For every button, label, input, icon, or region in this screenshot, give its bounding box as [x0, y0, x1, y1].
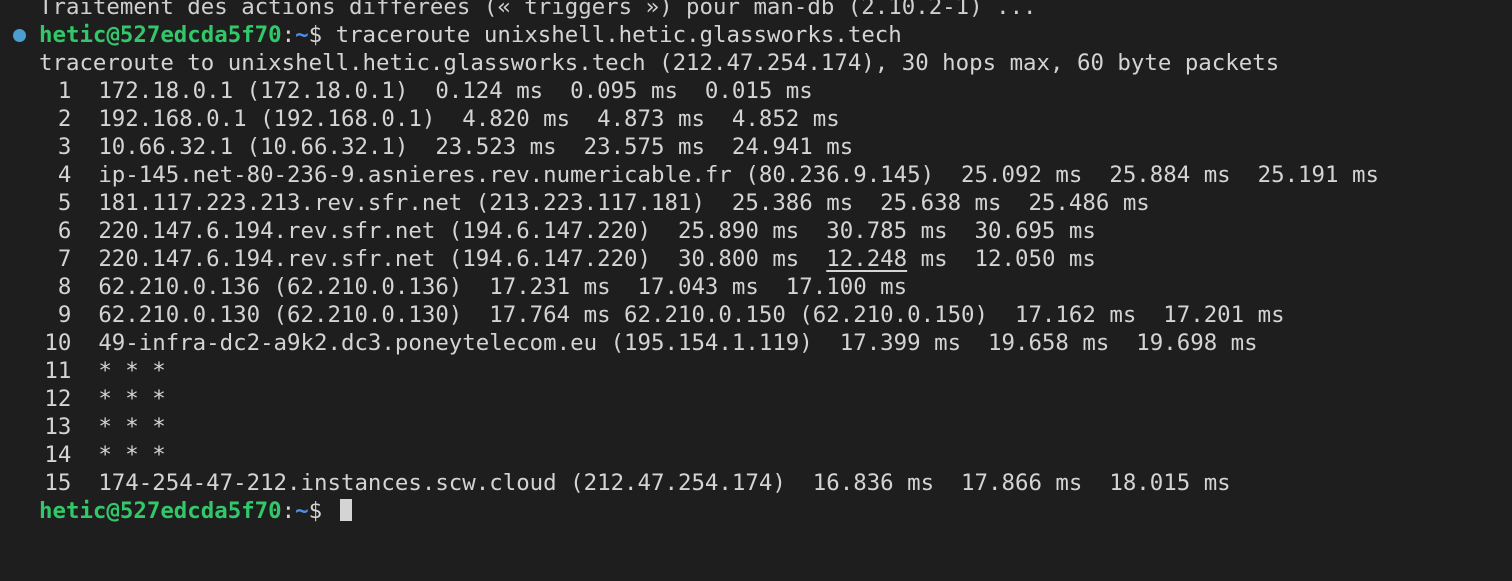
hop-line: 5 181.117.223.213.rev.sfr.net (213.223.1…	[0, 189, 1512, 217]
hop-line: 8 62.210.0.136 (62.210.0.136) 17.231 ms …	[0, 273, 1512, 301]
prompt: hetic@527edcda5f70:~$ traceroute unixshe…	[39, 21, 902, 49]
prompt-path: ~	[295, 22, 309, 48]
hop-details: * * *	[98, 414, 166, 440]
prompt-line: hetic@527edcda5f70:~$ traceroute unixshe…	[0, 21, 1512, 49]
hop-line: 7 220.147.6.194.rev.sfr.net (194.6.147.2…	[0, 245, 1512, 273]
hop-number: 11	[44, 358, 72, 384]
hop-line: 1 172.18.0.1 (172.18.0.1) 0.124 ms 0.095…	[0, 77, 1512, 105]
previous-output-text: Traitement des actions différées (« trig…	[39, 0, 1037, 20]
hop-number: 15	[44, 470, 72, 496]
hop-details-start: 220.147.6.194.rev.sfr.net (194.6.147.220…	[98, 246, 827, 272]
hovered-link-text[interactable]: 12.248	[826, 246, 907, 272]
previous-output-line: Traitement des actions différées (« trig…	[0, 0, 1512, 21]
hop-details: 49-infra-dc2-a9k2.dc3.poneytelecom.eu (1…	[98, 330, 1258, 356]
hop-line: 13 * * *	[0, 413, 1512, 441]
prompt-colon: :	[281, 22, 296, 48]
hop-details: ip-145.net-80-236-9.asnieres.rev.numeric…	[98, 162, 1379, 188]
command-status-dot-icon[interactable]	[13, 29, 26, 42]
text-cursor	[339, 499, 352, 521]
prompt-symbol: $	[308, 22, 336, 48]
hop-number: 3	[57, 134, 72, 160]
hop-details: * * *	[98, 358, 166, 384]
hop-line: 2 192.168.0.1 (192.168.0.1) 4.820 ms 4.8…	[0, 105, 1512, 133]
hop-line: 4 ip-145.net-80-236-9.asnieres.rev.numer…	[0, 161, 1512, 189]
hop-details-end: ms 12.050 ms	[907, 246, 1096, 272]
hop-details: 172.18.0.1 (172.18.0.1) 0.124 ms 0.095 m…	[98, 78, 813, 104]
hop-line: 9 62.210.0.130 (62.210.0.130) 17.764 ms …	[0, 301, 1512, 329]
hop-details: 220.147.6.194.rev.sfr.net (194.6.147.220…	[98, 218, 1096, 244]
hop-number: 6	[57, 218, 72, 244]
bottom-prompt-user-host: hetic@527edcda5f70	[39, 498, 282, 524]
hop-number: 7	[57, 246, 72, 272]
hop-details: 174-254-47-212.instances.scw.cloud (212.…	[98, 470, 1231, 496]
hop-details: 62.210.0.130 (62.210.0.130) 17.764 ms 62…	[98, 302, 1285, 328]
hop-details: * * *	[98, 442, 166, 468]
hop-details: 181.117.223.213.rev.sfr.net (213.223.117…	[98, 190, 1150, 216]
hop-number: 9	[57, 302, 72, 328]
hop-number: 12	[44, 386, 72, 412]
hop-details: 192.168.0.1 (192.168.0.1) 4.820 ms 4.873…	[98, 106, 840, 132]
hop-line: 11 * * *	[0, 357, 1512, 385]
prompt-command: traceroute unixshell.hetic.glassworks.te…	[335, 22, 902, 48]
bottom-prompt-line: hetic@527edcda5f70:~$	[0, 497, 1512, 525]
hop-number: 8	[57, 274, 72, 300]
hop-line: 10 49-infra-dc2-a9k2.dc3.poneytelecom.eu…	[0, 329, 1512, 357]
bottom-prompt: hetic@527edcda5f70:~$	[39, 497, 352, 525]
hop-number: 13	[44, 414, 72, 440]
hop-number: 10	[44, 330, 72, 356]
bottom-prompt-symbol: $	[308, 498, 336, 524]
hop-number: 2	[57, 106, 72, 132]
hop-number: 5	[57, 190, 72, 216]
hop-line: 6 220.147.6.194.rev.sfr.net (194.6.147.2…	[0, 217, 1512, 245]
hop-details: 62.210.0.136 (62.210.0.136) 17.231 ms 17…	[98, 274, 908, 300]
hop-details: 220.147.6.194.rev.sfr.net (194.6.147.220…	[98, 246, 1096, 272]
traceroute-header: traceroute to unixshell.hetic.glassworks…	[39, 50, 1280, 76]
hop-line: 15 174-254-47-212.instances.scw.cloud (2…	[0, 469, 1512, 497]
hop-details: * * *	[98, 386, 166, 412]
hop-line: 3 10.66.32.1 (10.66.32.1) 23.523 ms 23.5…	[0, 133, 1512, 161]
prompt-user-host: hetic@527edcda5f70	[39, 22, 282, 48]
hop-details: 10.66.32.1 (10.66.32.1) 23.523 ms 23.575…	[98, 134, 854, 160]
terminal-output[interactable]: Traitement des actions différées (« trig…	[0, 0, 1512, 525]
hop-number: 4	[57, 162, 72, 188]
bottom-prompt-colon: :	[281, 498, 296, 524]
traceroute-header-line: traceroute to unixshell.hetic.glassworks…	[0, 49, 1512, 77]
hop-line: 12 * * *	[0, 385, 1512, 413]
hop-number: 1	[57, 78, 72, 104]
bottom-prompt-path: ~	[295, 498, 309, 524]
hop-line: 14 * * *	[0, 441, 1512, 469]
hop-number: 14	[44, 442, 72, 468]
